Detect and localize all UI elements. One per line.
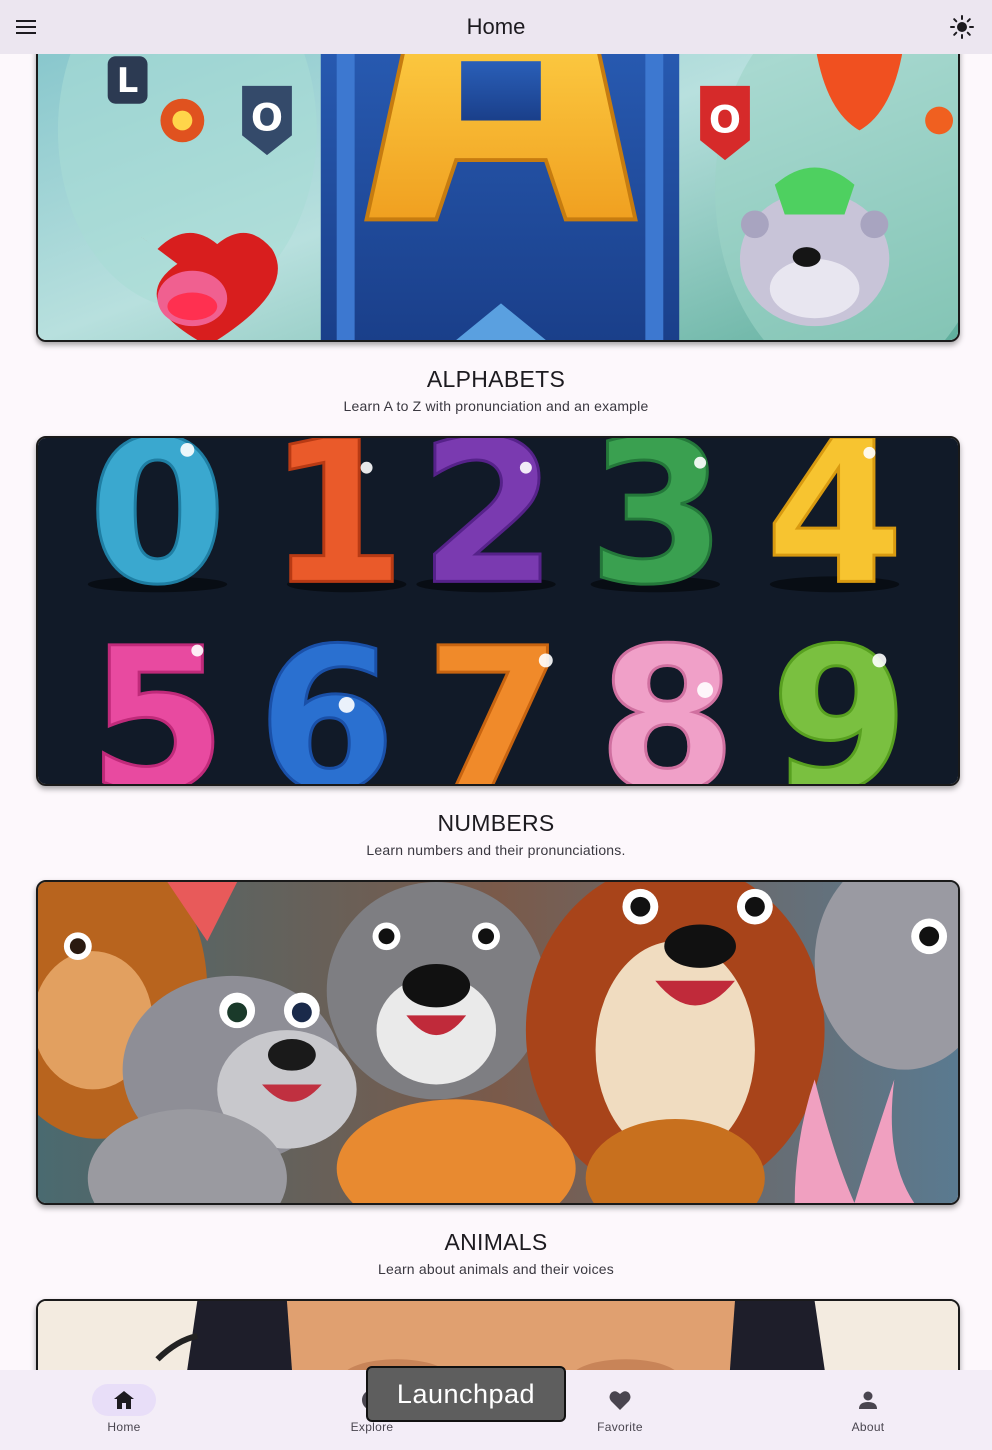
theme-toggle-button[interactable] bbox=[948, 13, 976, 41]
digit-6: 6 bbox=[257, 606, 396, 784]
digit-3: 3 bbox=[588, 438, 727, 628]
top-app-bar: Home bbox=[0, 0, 992, 54]
animals-illustration bbox=[38, 882, 958, 1203]
numbers-illustration: 0 1 2 3 4 5 6 7 8 9 bbox=[38, 438, 958, 784]
person-icon bbox=[859, 1391, 877, 1409]
launchpad-tooltip: Launchpad bbox=[366, 1366, 566, 1422]
card-title-animals: ANIMALS bbox=[444, 1229, 548, 1255]
home-icon bbox=[114, 1391, 134, 1409]
digit-9: 9 bbox=[770, 606, 909, 784]
digit-1: 1 bbox=[267, 438, 406, 628]
card-subtitle-alphabets: Learn A to Z with pronunciation and an e… bbox=[343, 398, 649, 414]
nav-item-about[interactable]: About bbox=[744, 1370, 992, 1450]
card-subtitle-numbers: Learn numbers and their pronunciations. bbox=[366, 842, 626, 858]
digit-2: 2 bbox=[419, 438, 558, 628]
digit-8: 8 bbox=[598, 606, 737, 784]
sun-icon bbox=[950, 15, 974, 39]
nav-label-favorite: Favorite bbox=[597, 1420, 643, 1434]
card-subtitle-animals: Learn about animals and their voices bbox=[377, 1261, 614, 1277]
digit-4: 4 bbox=[765, 438, 904, 628]
digit-0: 0 bbox=[88, 438, 227, 628]
letter-o-right: O bbox=[709, 98, 741, 142]
letter-l: L bbox=[117, 61, 139, 100]
digit-7: 7 bbox=[425, 606, 564, 784]
nav-label-explore: Explore bbox=[350, 1420, 394, 1434]
menu-icon bbox=[16, 20, 36, 34]
page-title: Home bbox=[466, 14, 526, 39]
nav-label-about: About bbox=[851, 1420, 885, 1434]
card-title-alphabets: ALPHABETS bbox=[426, 366, 566, 392]
numbers-card-image[interactable]: 0 1 2 3 4 5 6 7 8 9 bbox=[36, 436, 960, 786]
nav-active-indicator bbox=[92, 1384, 156, 1416]
nav-item-home[interactable]: Home bbox=[0, 1370, 248, 1450]
digit-5: 5 bbox=[88, 606, 227, 784]
nav-label-home: Home bbox=[107, 1420, 141, 1434]
heart-icon bbox=[609, 1391, 631, 1410]
animals-card-image[interactable] bbox=[36, 880, 960, 1205]
letter-o-left: O bbox=[251, 96, 283, 140]
menu-button[interactable] bbox=[10, 11, 42, 43]
home-content: L O O ALPHABETS Learn A to Z with pronun… bbox=[0, 0, 992, 1450]
app-root: L O O ALPHABETS Learn A to Z with pronun… bbox=[0, 0, 992, 1450]
card-title-numbers: NUMBERS bbox=[437, 810, 555, 836]
